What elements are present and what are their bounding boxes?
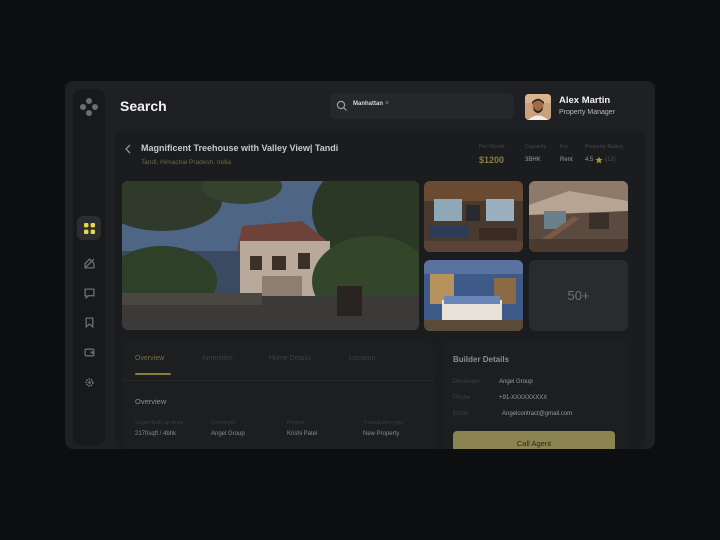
main-property-photo[interactable] — [122, 181, 419, 330]
wallet-icon — [83, 348, 95, 356]
sidebar-item-properties[interactable] — [77, 251, 101, 275]
user-photo — [525, 94, 551, 120]
builder-field-label: Developer — [453, 379, 481, 385]
builder-field-value: Angel Group — [499, 379, 533, 385]
photo-thumbnail[interactable] — [424, 260, 523, 331]
photo-thumbnail[interactable] — [529, 181, 628, 252]
active-tab-indicator — [135, 373, 171, 375]
interior-hall-image — [529, 181, 628, 252]
rating-count: (12) — [605, 157, 616, 163]
tab-home-details[interactable]: Home Details — [269, 355, 311, 362]
property-detail-panel: Magnificent Treehouse with Valley View| … — [115, 131, 645, 449]
sidebar-item-messages[interactable] — [77, 281, 101, 305]
bedroom-image — [424, 260, 523, 331]
search-chip-label: Manhattan — [353, 101, 383, 107]
builder-phone-value: +91-XXXXXXXXX — [499, 395, 548, 401]
avatar[interactable] — [525, 94, 551, 120]
builder-details-panel: Builder Details Developer Angel Group Ph… — [443, 342, 630, 449]
overview-field-value: 2170sqft / 4bhk — [135, 431, 177, 437]
back-arrow-icon[interactable] — [124, 144, 132, 154]
overview-field-value: Angel Group — [211, 431, 245, 437]
tab-amenities[interactable]: Amenities — [202, 355, 233, 362]
more-photos-button[interactable]: 50+ — [529, 260, 628, 331]
rating-value: 4.5 — [585, 157, 594, 163]
overview-field-label: Developer — [211, 420, 237, 426]
app-window: Search Manhattan × Alex Martin Property … — [65, 81, 655, 449]
search-chip-close-icon[interactable]: × — [385, 100, 389, 107]
page-title: Search — [120, 98, 167, 114]
grid-icon — [83, 222, 95, 234]
overview-field-label: Super Built-up Area — [135, 420, 183, 426]
builder-field-label: Phone — [453, 395, 471, 401]
rating-label: Property Rating — [585, 144, 624, 150]
overview-heading: Overview — [135, 397, 167, 406]
sidebar-item-settings[interactable] — [77, 370, 101, 394]
price-value: $1200 — [479, 155, 505, 165]
star-icon — [595, 156, 603, 164]
sidebar — [73, 89, 105, 445]
overview-field-value: New Property — [363, 431, 400, 437]
overview-field-label: Project — [287, 420, 305, 426]
search-input[interactable]: Manhattan × — [330, 93, 514, 119]
gear-icon — [84, 377, 94, 387]
photo-thumbnail[interactable] — [424, 181, 523, 252]
user-role: Property Manager — [559, 109, 616, 116]
price-label: Per Month — [479, 144, 505, 150]
divider — [122, 380, 434, 381]
sidebar-item-saved[interactable] — [77, 310, 101, 334]
user-name: Alex Martin — [559, 95, 611, 106]
living-room-image — [424, 181, 523, 252]
capacity-value: 3BHK — [525, 157, 541, 163]
logo-icon[interactable] — [80, 98, 98, 116]
capacity-label: Capacity — [525, 144, 547, 150]
property-address: Tandi, Himachal Pradesh, India — [141, 159, 231, 166]
builder-email-value[interactable]: Angelcontract@gmail.com — [502, 411, 572, 417]
call-agent-button[interactable]: Call Agent — [453, 431, 615, 449]
overview-field-value: Krishi Patel — [287, 431, 318, 437]
house-exterior-image — [122, 181, 419, 330]
builder-heading: Builder Details — [453, 355, 510, 364]
listing-type-value: Rent — [560, 157, 573, 163]
details-tabs-panel: Overview Amenities Home Details Location… — [122, 342, 434, 449]
listing-type-label: For — [560, 144, 569, 150]
bookmark-icon — [85, 316, 93, 328]
sidebar-item-wallet[interactable] — [77, 340, 101, 364]
tab-location[interactable]: Location — [349, 355, 375, 362]
home-slash-icon — [83, 257, 95, 269]
tab-overview[interactable]: Overview — [135, 355, 164, 362]
builder-field-label: Email — [453, 411, 469, 417]
property-title: Magnificent Treehouse with Valley View| … — [141, 143, 339, 153]
chat-icon — [83, 287, 95, 299]
sidebar-item-dashboard[interactable] — [77, 216, 101, 240]
overview-field-label: Transaction type — [363, 420, 404, 426]
search-icon — [336, 100, 347, 111]
